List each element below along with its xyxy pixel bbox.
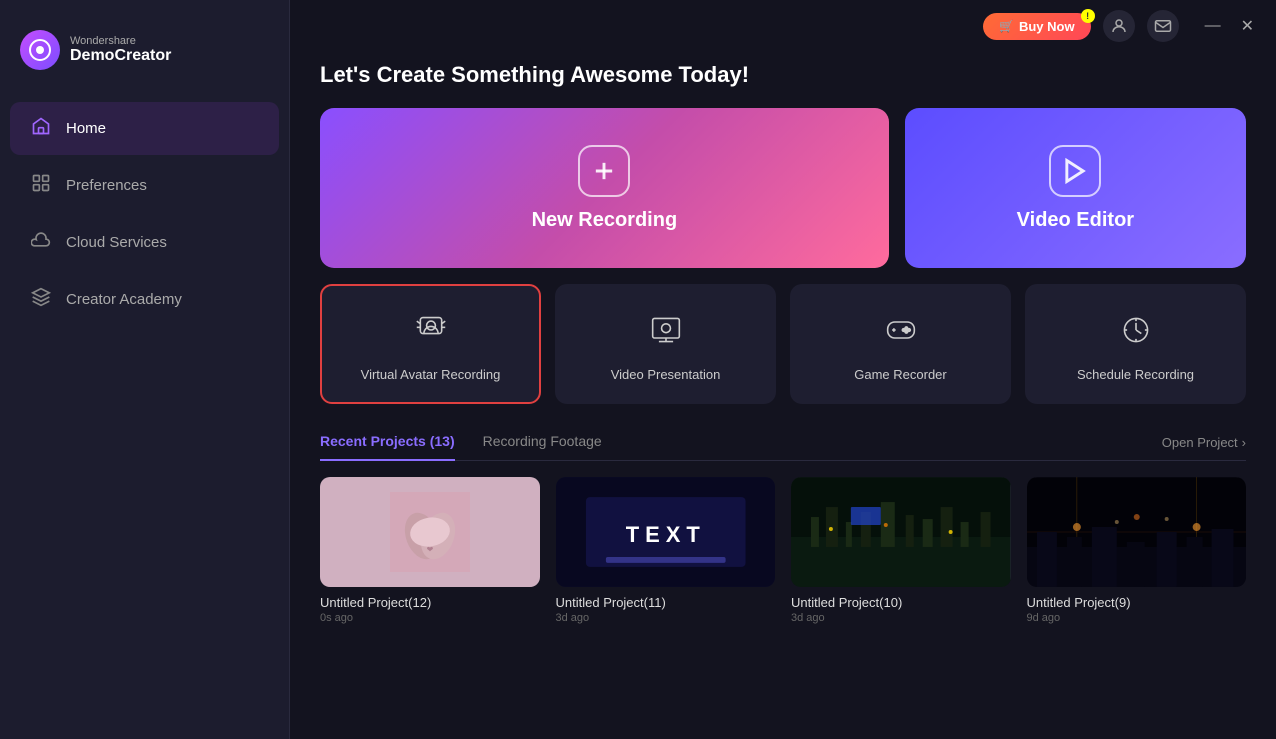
video-presentation-card[interactable]: Video Presentation [555,284,776,404]
tab-recording-footage[interactable]: Recording Footage [483,425,602,461]
buy-now-button[interactable]: Buy Now ! [983,13,1091,40]
project-thumb-12: ❤ [320,477,540,587]
video-editor-label: Video Editor [1017,209,1134,232]
project-card-11[interactable]: TEXT Untitled Project(11) 3d ago [556,477,776,624]
chevron-right-icon: › [1242,435,1246,450]
sidebar-item-home[interactable]: Home [10,102,279,155]
video-presentation-label: Video Presentation [611,367,721,382]
preferences-icon [30,173,52,198]
page-content: Let's Create Something Awesome Today! Ne… [290,52,1276,739]
profile-icon-button[interactable] [1103,10,1135,42]
project-card-9[interactable]: Untitled Project(9) 9d ago [1027,477,1247,624]
virtual-avatar-card[interactable]: Virtual Avatar Recording [320,284,541,404]
open-project-link[interactable]: Open Project › [1162,435,1246,450]
project-name-9: Untitled Project(9) [1027,595,1247,610]
sidebar-item-preferences[interactable]: Preferences [10,159,279,212]
sidebar-label-academy: Creator Academy [66,291,182,308]
video-presentation-icon [650,314,682,353]
tabs-bar: Recent Projects (13) Recording Footage O… [320,424,1246,461]
sidebar-label-cloud: Cloud Services [66,234,167,251]
cloud-icon [30,230,52,255]
project-time-12: 0s ago [320,612,540,624]
close-button[interactable]: ✕ [1235,12,1260,40]
logo-icon [20,30,60,70]
project-thumb-9 [1027,477,1247,587]
game-recorder-label: Game Recorder [854,367,946,382]
game-recorder-icon [885,314,917,353]
project-name-12: Untitled Project(12) [320,595,540,610]
feature-grid: Virtual Avatar Recording Video Presentat… [320,284,1246,404]
project-card-10[interactable]: Untitled Project(10) 3d ago [791,477,1011,624]
new-recording-icon [578,145,630,197]
game-recorder-card[interactable]: Game Recorder [790,284,1011,404]
home-icon [30,116,52,141]
sidebar: Wondershare DemoCreator Home Preferences [0,0,290,739]
page-title: Let's Create Something Awesome Today! [320,62,1246,88]
logo-name: DemoCreator [70,47,171,65]
video-editor-icon [1049,145,1101,197]
project-name-11: Untitled Project(11) [556,595,776,610]
svg-text:TEXT: TEXT [625,522,705,547]
buy-now-label: Buy Now [1019,19,1075,34]
tab-recent-projects[interactable]: Recent Projects (13) [320,425,455,461]
project-card-12[interactable]: ❤ Untitled Project(12) 0s ago [320,477,540,624]
hero-cards: New Recording Video Editor [320,108,1246,268]
project-name-10: Untitled Project(10) [791,595,1011,610]
sidebar-label-preferences: Preferences [66,177,147,194]
schedule-recording-icon [1120,314,1152,353]
virtual-avatar-icon [415,314,447,353]
minimize-button[interactable]: — [1199,12,1227,40]
video-editor-card[interactable]: Video Editor [905,108,1246,268]
logo-area: Wondershare DemoCreator [0,20,289,100]
academy-icon [30,287,52,312]
project-time-9: 9d ago [1027,612,1247,624]
sidebar-label-home: Home [66,120,106,137]
schedule-recording-card[interactable]: Schedule Recording [1025,284,1246,404]
schedule-recording-label: Schedule Recording [1077,367,1194,382]
virtual-avatar-label: Virtual Avatar Recording [361,367,501,382]
new-recording-card[interactable]: New Recording [320,108,889,268]
main-content: Buy Now ! — ✕ Let's Create Something Awe… [290,0,1276,739]
logo-text: Wondershare DemoCreator [70,35,171,65]
project-time-10: 3d ago [791,612,1011,624]
new-recording-label: New Recording [532,209,678,232]
window-controls: — ✕ [1199,12,1260,40]
project-thumb-11: TEXT [556,477,776,587]
mail-icon-button[interactable] [1147,10,1179,42]
logo-brand: Wondershare [70,35,171,47]
projects-grid: ❤ Untitled Project(12) 0s ago TEXT Untit… [320,477,1246,624]
svg-text:❤: ❤ [426,545,433,554]
project-thumb-10 [791,477,1011,587]
titlebar: Buy Now ! — ✕ [290,0,1276,52]
buy-badge: ! [1081,9,1095,23]
project-time-11: 3d ago [556,612,776,624]
sidebar-item-academy[interactable]: Creator Academy [10,273,279,326]
sidebar-item-cloud[interactable]: Cloud Services [10,216,279,269]
